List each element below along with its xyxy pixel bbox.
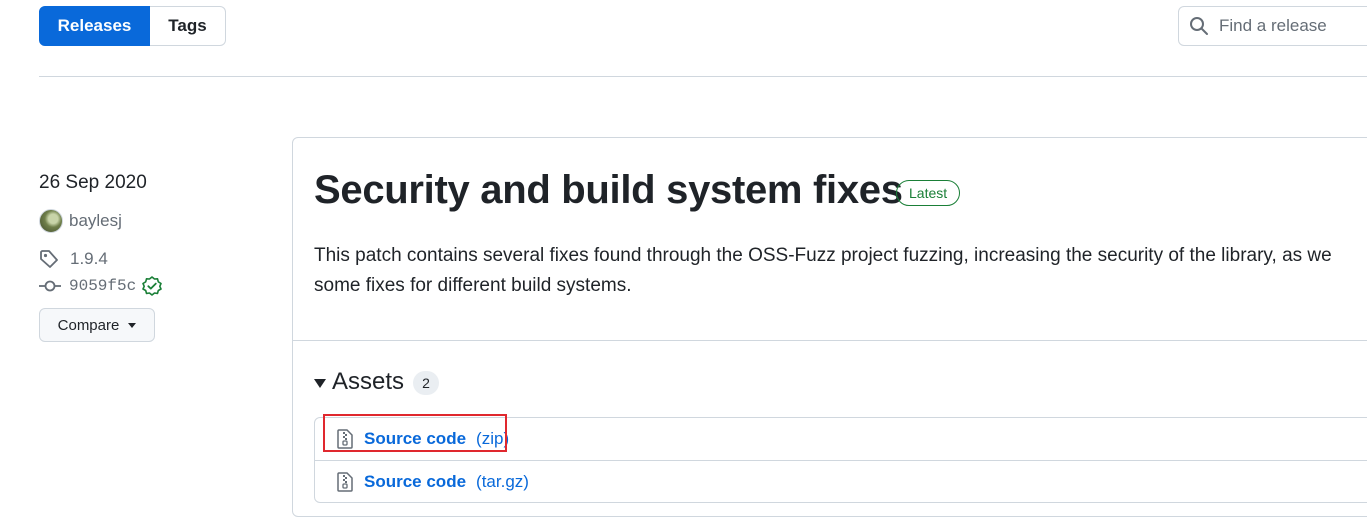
release-commit[interactable]: 9059f5c — [39, 276, 163, 296]
release-author[interactable]: baylesj — [39, 209, 122, 233]
list-item[interactable]: Source code (tar.gz) — [315, 460, 1367, 503]
search-input[interactable] — [1217, 15, 1367, 37]
commit-icon — [39, 280, 61, 292]
verified-icon[interactable] — [142, 276, 163, 296]
release-tag[interactable]: 1.9.4 — [39, 249, 108, 269]
tags-tab[interactable]: Tags — [150, 6, 226, 46]
release-description: This patch contains several fixes found … — [314, 241, 1367, 301]
tag-label[interactable]: 1.9.4 — [70, 249, 108, 269]
release-search[interactable] — [1178, 6, 1367, 46]
asset-link-ext[interactable]: (tar.gz) — [476, 472, 529, 492]
release-card: Security and build system fixes Latest T… — [292, 137, 1367, 517]
releases-tags-toggle: Releases Tags — [39, 6, 226, 46]
description-line-1: This patch contains several fixes found … — [314, 245, 1332, 266]
release-title[interactable]: Security and build system fixes — [314, 168, 903, 213]
releases-tab[interactable]: Releases — [39, 6, 150, 46]
compare-label: Compare — [57, 316, 120, 334]
search-icon — [1190, 17, 1208, 35]
release-date: 26 Sep 2020 — [39, 172, 147, 193]
assets-heading: Assets — [332, 368, 405, 395]
asset-link-ext[interactable]: (zip) — [476, 429, 509, 449]
chevron-down-icon — [128, 322, 137, 328]
compare-button[interactable]: Compare — [39, 308, 155, 342]
file-zip-icon — [337, 429, 353, 449]
asset-link-name[interactable]: Source code — [364, 472, 466, 492]
assets-count: 2 — [413, 371, 440, 395]
avatar[interactable] — [39, 209, 63, 233]
assets-list: Source code (zip) Source code (tar.gz) — [314, 417, 1367, 503]
description-line-2: some fixes for different build systems. — [314, 275, 632, 296]
commit-hash[interactable]: 9059f5c — [69, 277, 136, 295]
card-divider — [293, 340, 1367, 341]
asset-link-name[interactable]: Source code — [364, 429, 466, 449]
author-name[interactable]: baylesj — [69, 211, 122, 231]
triangle-down-icon — [314, 379, 326, 388]
latest-badge: Latest — [896, 180, 961, 206]
header-divider — [39, 76, 1367, 77]
file-zip-icon — [337, 472, 353, 492]
list-item[interactable]: Source code (zip) — [315, 418, 1367, 460]
assets-toggle[interactable]: Assets 2 — [314, 368, 440, 396]
tag-icon — [40, 250, 58, 268]
